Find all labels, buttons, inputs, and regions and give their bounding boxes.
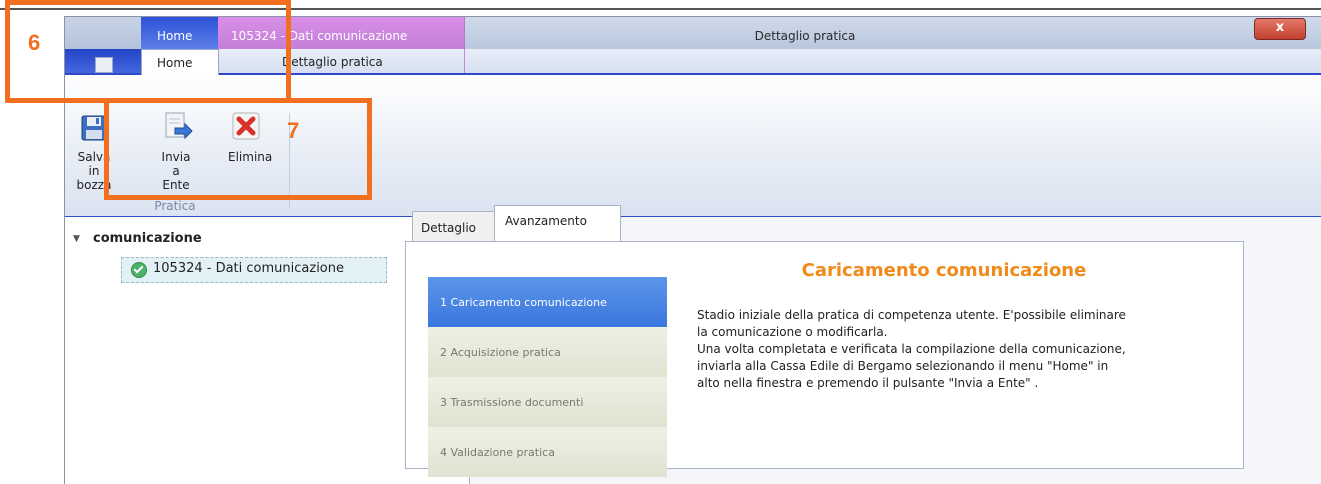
check-icon — [131, 262, 147, 278]
step-acquisizione[interactable]: 2 Acquisizione pratica — [428, 327, 667, 377]
step-label: 4 Validazione pratica — [440, 446, 555, 459]
step-label: 3 Trasmissione documenti — [440, 396, 584, 409]
close-button[interactable]: x — [1254, 18, 1306, 40]
tree-root-label[interactable]: comunicazione — [93, 231, 202, 246]
step-validazione[interactable]: 4 Validazione pratica — [428, 427, 667, 477]
step-label: 1 Caricamento comunicazione — [440, 296, 607, 309]
detail-description: Stadio iniziale della pratica di compete… — [697, 307, 1237, 392]
window-title: Dettaglio pratica — [754, 29, 856, 43]
ribbon-group-label: Pratica — [154, 199, 196, 213]
annotation-number-7: 7 — [287, 118, 300, 143]
tab-avanzamento[interactable]: Avanzamento — [494, 205, 621, 243]
annotation-number-6: 6 — [28, 30, 41, 55]
detail-line: inviarla alla Cassa Edile di Bergamo sel… — [697, 359, 1109, 373]
detail-line: Una volta completata e verificata la com… — [697, 342, 1126, 356]
step-trasmissione[interactable]: 3 Trasmissione documenti — [428, 377, 667, 427]
annotation-box-6 — [5, 0, 291, 103]
detail-line: Stadio iniziale della pratica di compete… — [697, 308, 1126, 322]
annotation-box-7 — [104, 98, 372, 200]
detail-line: la comunicazione o modificarla. — [697, 325, 888, 339]
tab-dettaglio[interactable]: Dettaglio — [412, 211, 496, 241]
tab-avanzamento-label: Avanzamento — [505, 214, 587, 228]
step-label: 2 Acquisizione pratica — [440, 346, 561, 359]
detail-title: Caricamento comunicazione — [801, 260, 1087, 281]
tab-dettaglio-pratica-label: Dettaglio pratica — [282, 55, 383, 69]
expand-arrow-icon[interactable]: ▼ — [73, 234, 80, 244]
step-caricamento[interactable]: 1 Caricamento comunicazione — [428, 277, 667, 327]
tree-node-label: 105324 - Dati comunicazione — [153, 261, 344, 276]
detail-line: alto nella finestra e premendo il pulsan… — [697, 376, 1039, 390]
tab-dettaglio-label: Dettaglio — [421, 221, 477, 235]
